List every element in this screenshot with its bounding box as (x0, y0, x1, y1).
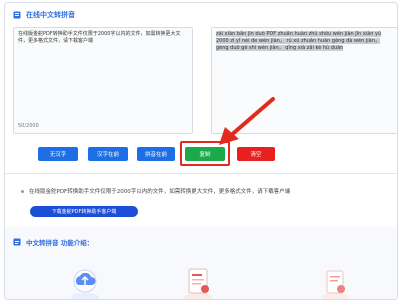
selected-pinyin: zài xiàn bǎn jīn duò PDF zhuǎn huàn zhù … (216, 31, 382, 51)
converter-page: 在线中文转拼音 在线版金舵PDF转换助手文件仅限于2000字以内的文件，如需转换… (4, 2, 398, 300)
chinese-input-panel[interactable]: 在线版金舵PDF转换助手文件仅限于2000字以内的文件，如需转换更大文件，更多格… (13, 27, 193, 134)
cloud-upload-icon (71, 269, 99, 299)
pinyin-doc-icon (184, 268, 212, 299)
no-tone-button[interactable]: 无汉字 (38, 147, 78, 161)
hanzi-above-button[interactable]: 汉字在前 (88, 147, 128, 161)
section-divider (5, 173, 397, 174)
page-title: 在线中文转拼音 (26, 11, 75, 19)
notice-text: 在线版金舵PDF转换助手文件仅限于2000字以内的文件，如需转换更大文件，更多格… (29, 189, 291, 195)
document-settings-icon (321, 270, 349, 299)
info-doc-icon (13, 238, 21, 246)
pinyin-above-button[interactable]: 拼音在前 (137, 147, 175, 161)
intro-title: 中文转拼音 功能介绍： (26, 239, 94, 247)
copy-button[interactable]: 复制 (185, 147, 225, 161)
page-header: 在线中文转拼音 (5, 3, 397, 27)
bullet-dot-icon (21, 189, 24, 193)
document-icon (13, 11, 21, 19)
intro-section: 中文转拼音 功能介绍： (5, 227, 397, 299)
download-client-button[interactable]: 下载金舵PDF转换助手客户端 (30, 206, 138, 217)
pinyin-output-text[interactable]: zài xiàn bǎn jīn duò PDF zhuǎn huàn zhù … (216, 31, 394, 52)
intro-heading: 中文转拼音 功能介绍： (13, 237, 93, 247)
chinese-input-text[interactable]: 在线版金舵PDF转换助手文件仅限于2000字以内的文件，如需转换更大文件，更多格… (18, 31, 188, 45)
clear-button[interactable]: 清空 (237, 147, 275, 161)
pointer-arrow-icon (219, 97, 275, 145)
download-notice: 在线版金舵PDF转换助手文件仅限于2000字以内的文件，如需转换更大文件，更多格… (21, 187, 290, 195)
char-count: 50/2000 (18, 123, 39, 129)
